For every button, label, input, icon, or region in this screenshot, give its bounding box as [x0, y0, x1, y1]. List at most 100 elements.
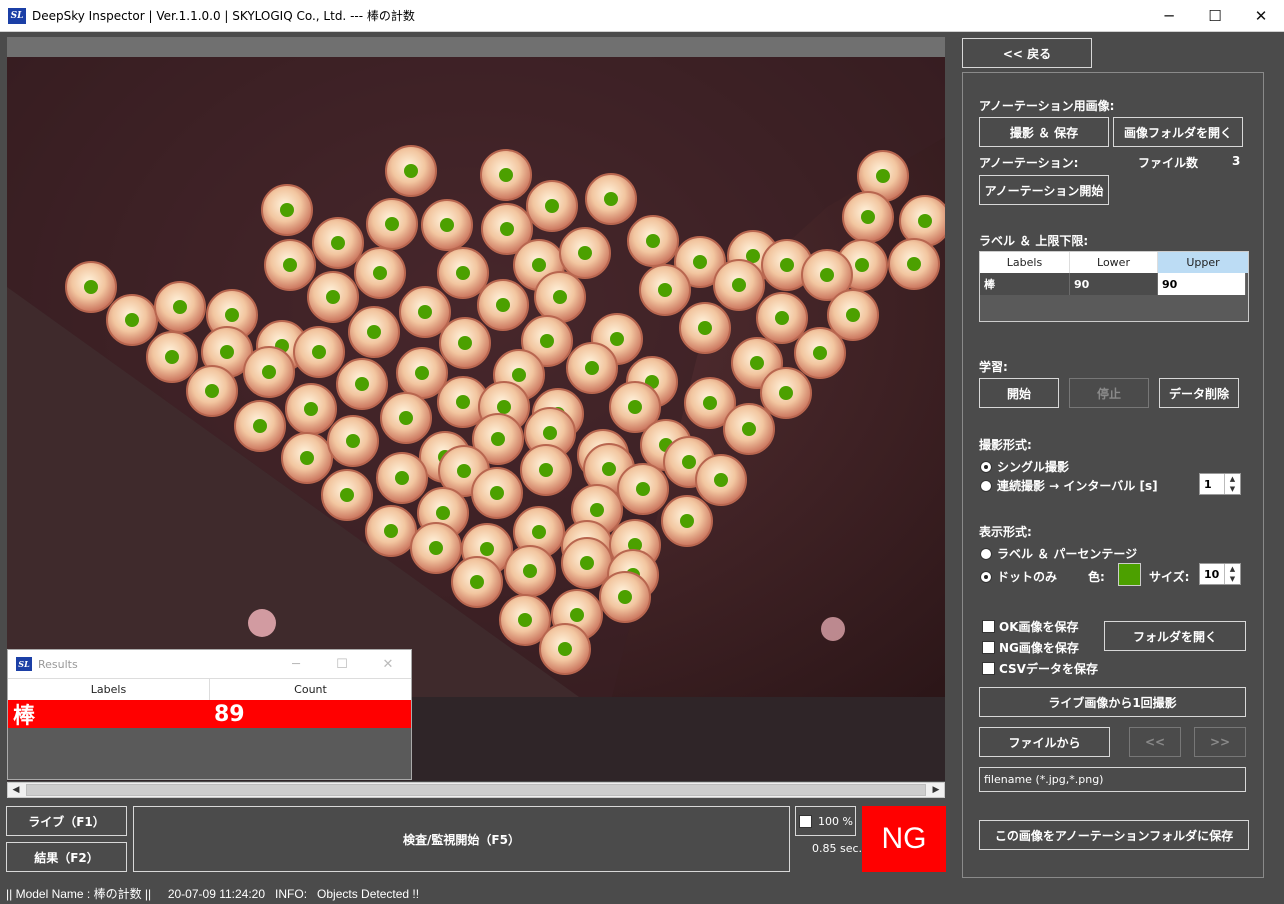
inspect-start-button[interactable]: 検査/監視開始（F5） [133, 806, 790, 872]
open-folder-button[interactable]: フォルダを開く [1104, 621, 1246, 651]
annotation-label: アノーテーション: [979, 156, 1079, 170]
detection-dot [84, 280, 98, 294]
detection-dot [714, 473, 728, 487]
detection-dot [553, 290, 567, 304]
detection-dot [602, 462, 616, 476]
inspection-time: 0.85 sec. [812, 842, 863, 855]
detection-dot [532, 525, 546, 539]
stepper-down-icon[interactable]: ▼ [1230, 575, 1235, 583]
label-percentage-radio[interactable] [980, 547, 992, 560]
dots-only-label: ドットのみ [997, 570, 1058, 584]
detection-dot [918, 214, 932, 228]
result-label: 棒 [13, 704, 36, 729]
continuous-capture-radio[interactable] [980, 479, 992, 492]
window-title: DeepSky Inspector | Ver.1.1.0.0 | SKYLOG… [32, 9, 415, 23]
result-button[interactable]: 結果（F2） [6, 842, 127, 872]
continuous-capture-option[interactable]: 連続撮影 → インターバル [s] [980, 477, 1158, 494]
detection-dot [610, 332, 624, 346]
dots-only-radio[interactable] [980, 570, 992, 583]
save-ok-checkbox[interactable] [982, 620, 995, 633]
detection-dot [580, 556, 594, 570]
minimize-button[interactable]: ─ [1146, 0, 1192, 32]
app-logo-icon: SL [16, 657, 32, 671]
detection-dot [636, 482, 650, 496]
open-image-folder-button[interactable]: 画像フォルダを開く [1113, 117, 1243, 147]
size-value: 10 [1204, 567, 1220, 581]
zoom-toggle[interactable]: 100 % [795, 806, 856, 836]
close-icon[interactable]: ✕ [365, 650, 411, 678]
detection-dot [775, 311, 789, 325]
learning-start-button[interactable]: 開始 [979, 378, 1059, 408]
detection-dot [458, 336, 472, 350]
interval-stepper[interactable]: 1 ▲ ▼ [1199, 473, 1241, 495]
close-button[interactable]: ✕ [1238, 0, 1284, 32]
live-button[interactable]: ライブ（F1） [6, 806, 127, 836]
scroll-thumb[interactable] [26, 784, 926, 796]
window-controls: ─ ☐ ✕ [1146, 0, 1284, 32]
scroll-left-icon[interactable]: ◀ [8, 783, 24, 797]
limits-cell-upper[interactable]: 90 [1158, 273, 1246, 295]
maximize-button[interactable]: ☐ [1192, 0, 1238, 32]
dot-color-swatch[interactable] [1118, 563, 1141, 586]
detection-dot [395, 471, 409, 485]
from-file-button[interactable]: ファイルから [979, 727, 1110, 757]
horizontal-scrollbar[interactable]: ◀ ▶ [7, 782, 945, 798]
size-stepper[interactable]: 10 ▲ ▼ [1199, 563, 1241, 585]
detection-dot [861, 210, 875, 224]
limits-table[interactable]: Labels Lower Upper 棒 90 90 [979, 251, 1249, 322]
results-row[interactable]: 棒 89 [8, 700, 411, 729]
learning-stop-button[interactable]: 停止 [1069, 378, 1149, 408]
delete-data-button[interactable]: データ削除 [1159, 378, 1239, 408]
detection-dot [499, 168, 513, 182]
single-capture-radio[interactable] [980, 460, 992, 473]
prev-button[interactable]: << [1129, 727, 1181, 757]
column-header-count: Count [209, 679, 411, 700]
save-csv-checkbox[interactable] [982, 662, 995, 675]
detection-dot [750, 356, 764, 370]
detection-dot [205, 384, 219, 398]
detection-dot [628, 400, 642, 414]
limits-cell-label[interactable]: 棒 [980, 273, 1070, 295]
detection-dot [340, 488, 354, 502]
viewer-top-strip [7, 37, 945, 57]
single-capture-option[interactable]: シングル撮影 [980, 458, 1069, 475]
detection-dot [429, 541, 443, 555]
annotation-start-button[interactable]: アノーテーション開始 [979, 175, 1109, 205]
scroll-right-icon[interactable]: ▶ [928, 783, 944, 797]
detection-dot [399, 411, 413, 425]
detection-dot [457, 464, 471, 478]
back-button[interactable]: << 戻る [962, 38, 1092, 68]
save-ng-checkbox[interactable] [982, 641, 995, 654]
detection-dot [331, 236, 345, 250]
filename-field[interactable]: filename (*.jpg,*.png) [979, 767, 1246, 792]
capture-once-button[interactable]: ライブ画像から1回撮影 [979, 687, 1246, 717]
detection-dot [253, 419, 267, 433]
light-reflection [248, 609, 276, 637]
maximize-icon[interactable]: ☐ [319, 650, 365, 678]
stepper-up-icon[interactable]: ▲ [1230, 565, 1235, 573]
display-mode-label: 表示形式: [979, 525, 1032, 539]
results-window[interactable]: SL Results ─ ☐ ✕ Labels Count 棒 89 [7, 649, 412, 780]
detection-dot [355, 377, 369, 391]
save-ng-option[interactable]: NG画像を保存 [982, 639, 1079, 656]
zoom-checkbox[interactable] [799, 814, 812, 828]
save-ok-option[interactable]: OK画像を保存 [982, 618, 1079, 635]
limits-cell-lower[interactable]: 90 [1070, 273, 1158, 295]
file-count-value: 3 [1232, 154, 1241, 168]
single-capture-label: シングル撮影 [997, 460, 1070, 474]
save-to-annotation-button[interactable]: この画像をアノーテーションフォルダに保存 [979, 820, 1249, 850]
label-percentage-option[interactable]: ラベル ＆ パーセンテージ [980, 545, 1137, 562]
minimize-icon[interactable]: ─ [273, 650, 319, 678]
detection-dot [907, 257, 921, 271]
learning-label: 学習: [979, 360, 1008, 374]
dots-only-option[interactable]: ドットのみ [980, 568, 1057, 585]
capture-save-button[interactable]: 撮影 ＆ 保存 [979, 117, 1109, 147]
save-csv-option[interactable]: CSVデータを保存 [982, 660, 1098, 677]
stepper-down-icon[interactable]: ▼ [1230, 485, 1235, 493]
next-button[interactable]: >> [1194, 727, 1246, 757]
detection-dot [491, 432, 505, 446]
detection-dot [165, 350, 179, 364]
size-label: サイズ: [1149, 570, 1190, 584]
stepper-up-icon[interactable]: ▲ [1230, 475, 1235, 483]
title-bar: SL DeepSky Inspector | Ver.1.1.0.0 | SKY… [0, 0, 1284, 32]
